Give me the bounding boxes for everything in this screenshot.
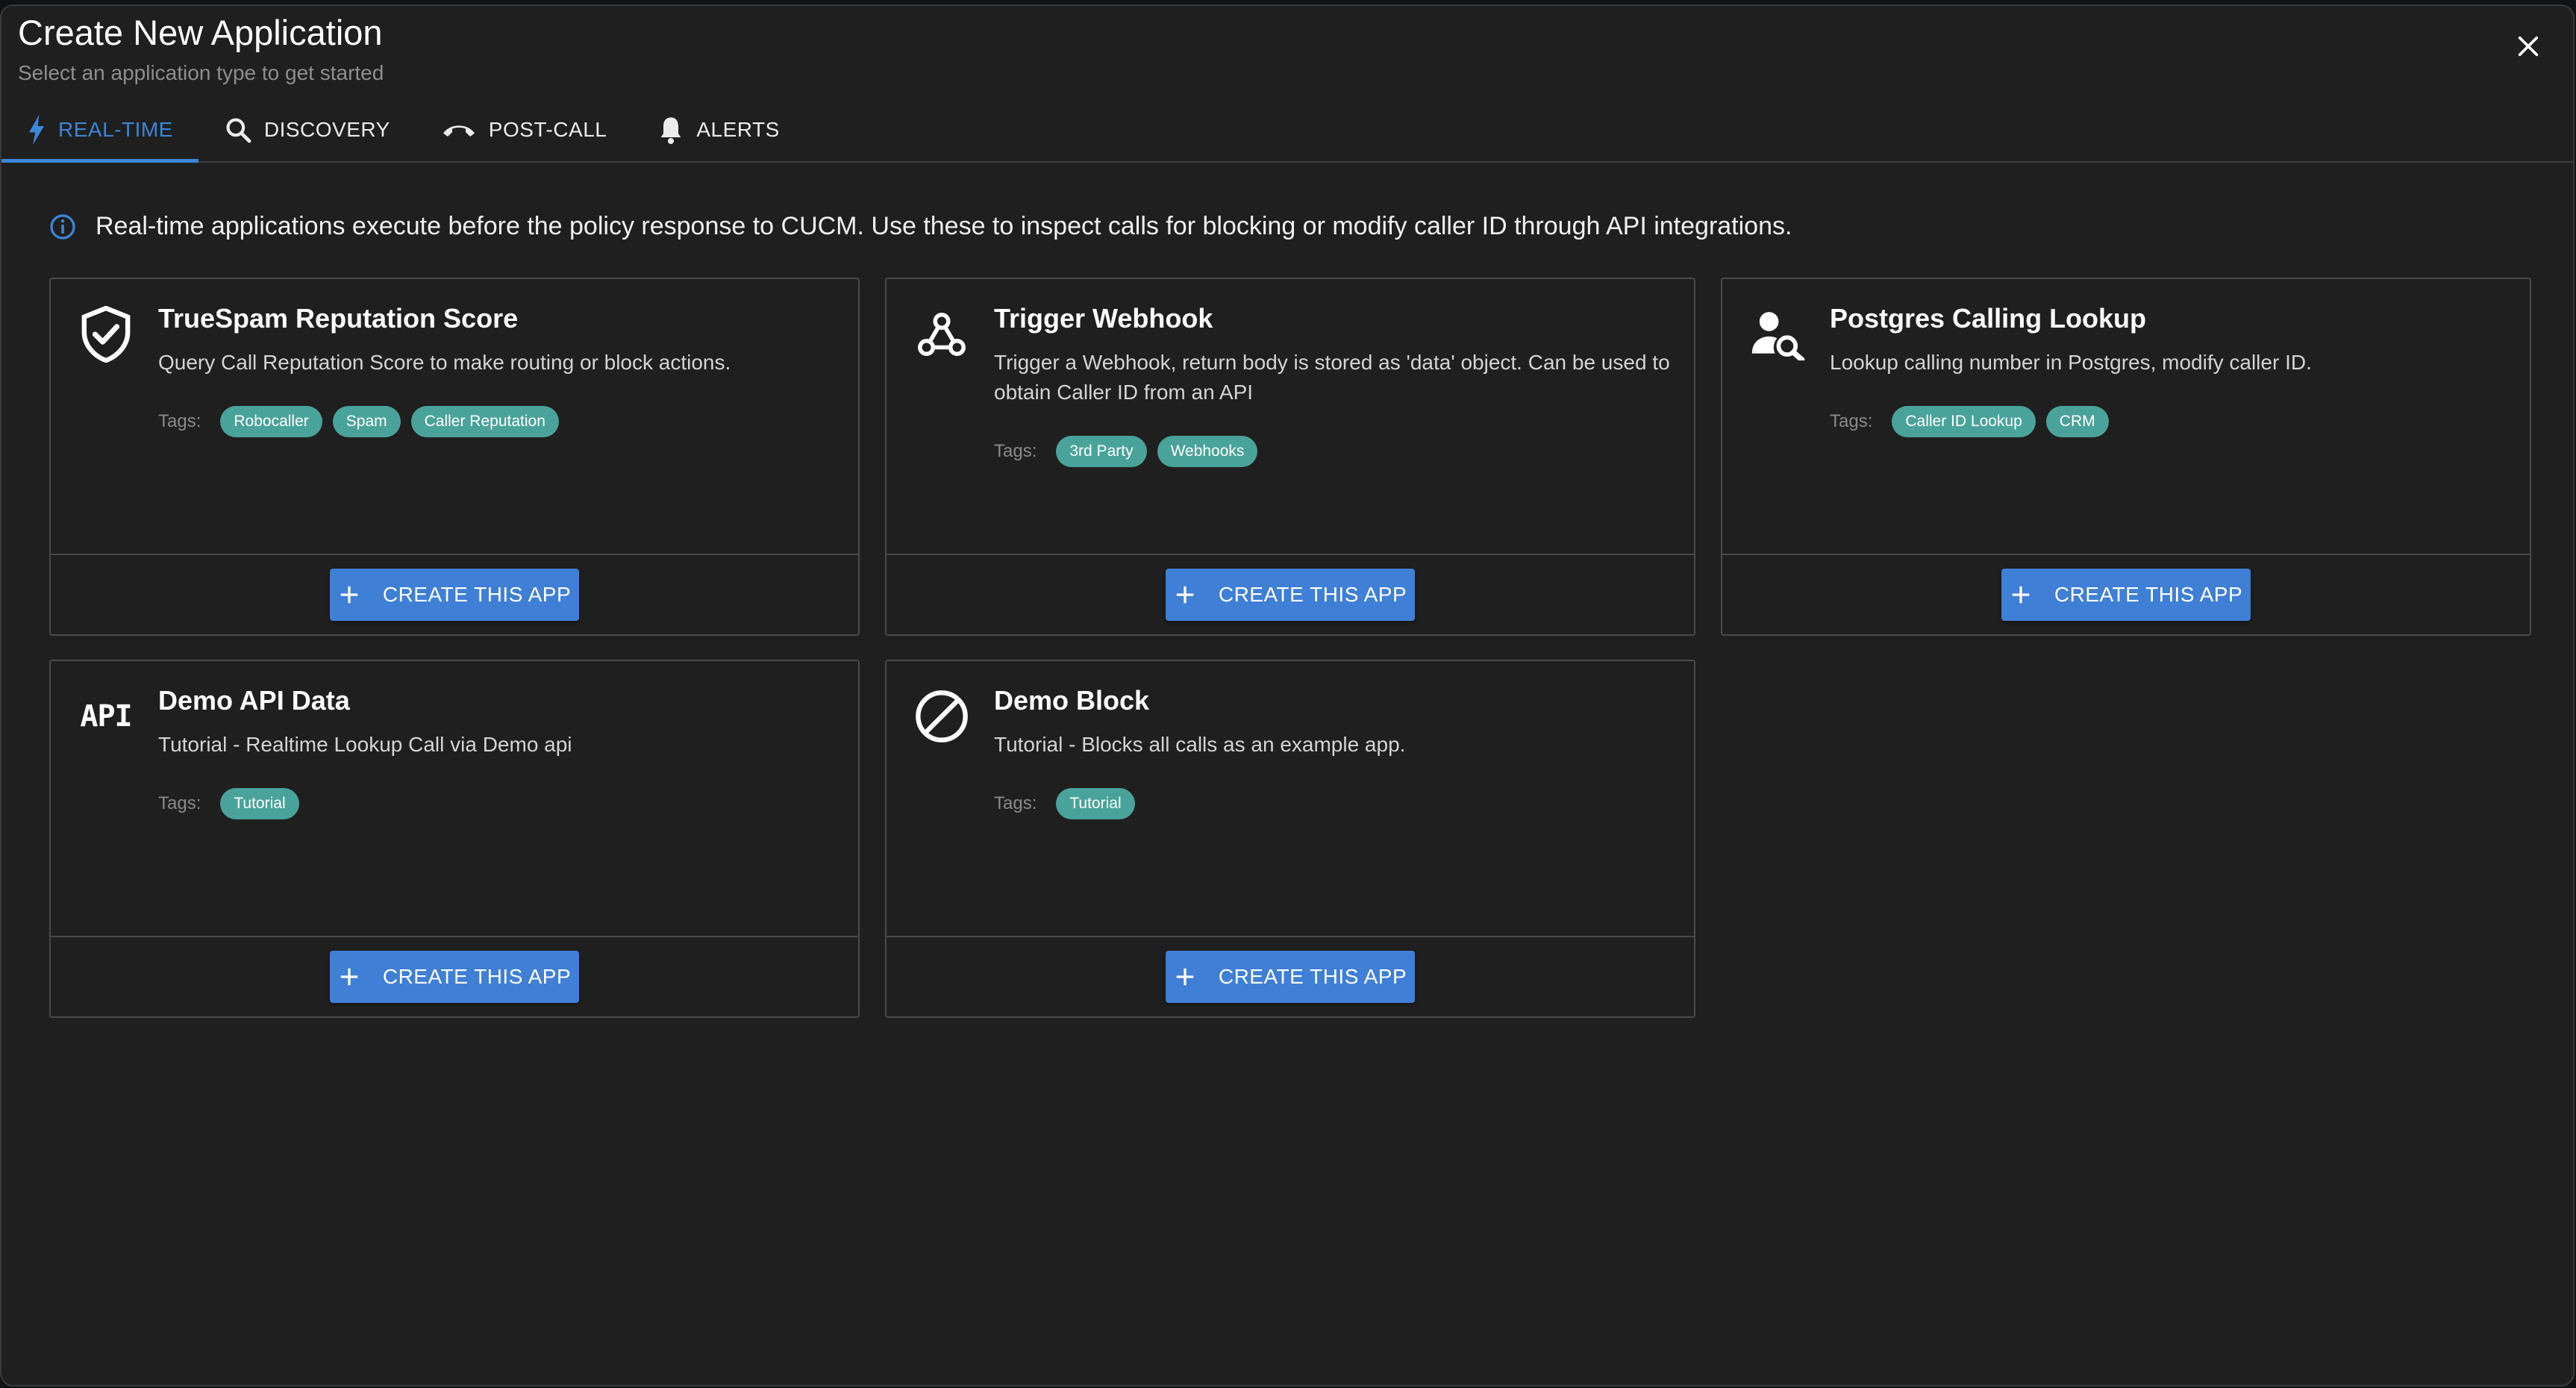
- tab-alerts[interactable]: ALERTS: [632, 99, 804, 161]
- tags-label: Tags:: [158, 411, 201, 431]
- tag-chip: 3rd Party: [1056, 436, 1147, 467]
- tab-post-call[interactable]: POST-CALL: [416, 99, 633, 161]
- info-banner: Real-time applications execute before th…: [49, 212, 1792, 241]
- shield-check-icon: [78, 306, 134, 363]
- card-title: Demo API Data: [158, 685, 350, 716]
- card-tags: Tags: Caller ID Lookup CRM: [1830, 406, 2119, 437]
- tab-label: POST-CALL: [488, 118, 607, 141]
- dialog-header: Create New Application Select an applica…: [18, 10, 384, 87]
- webhook-icon: [913, 306, 970, 363]
- tab-real-time[interactable]: REAL-TIME: [1, 99, 198, 163]
- card-tags: Tags: Tutorial: [994, 788, 1145, 819]
- card-description: Trigger a Webhook, return body is stored…: [994, 351, 1670, 404]
- tab-label: DISCOVERY: [263, 118, 390, 141]
- create-app-button[interactable]: CREATE THIS APP: [330, 951, 579, 1003]
- card-footer: CREATE THIS APP: [1722, 554, 2530, 634]
- plus-icon: [1174, 966, 1196, 988]
- card-footer: CREATE THIS APP: [887, 936, 1694, 1016]
- plus-icon: [338, 584, 360, 606]
- tag-chip: CRM: [2045, 406, 2109, 437]
- card-footer: CREATE THIS APP: [51, 936, 858, 1016]
- create-app-button[interactable]: CREATE THIS APP: [2001, 569, 2251, 621]
- tag-chip: Caller Reputation: [410, 406, 559, 437]
- create-application-dialog: Create New Application Select an applica…: [0, 4, 2575, 1387]
- plus-icon: [2010, 584, 2032, 606]
- block-icon: [913, 688, 970, 745]
- dialog-subtitle: Select an application type to get starte…: [18, 61, 384, 84]
- card-footer: CREATE THIS APP: [887, 554, 1694, 634]
- card-description: Query Call Reputation Score to make rout…: [158, 351, 731, 374]
- create-app-label: CREATE THIS APP: [382, 965, 572, 988]
- info-icon: [49, 213, 76, 240]
- create-app-button[interactable]: CREATE THIS APP: [1166, 951, 1415, 1003]
- bell-icon: [657, 115, 684, 145]
- tag-chip: Webhooks: [1157, 436, 1258, 467]
- card-title: Trigger Webhook: [994, 303, 1213, 334]
- create-app-label: CREATE THIS APP: [1218, 965, 1407, 988]
- search-icon: [224, 116, 252, 144]
- tag-chip: Tutorial: [220, 788, 299, 819]
- dialog-title: Create New Application: [18, 13, 383, 52]
- app-type-tabs: REAL-TIME DISCOVERY POST-CALL ALERTS: [1, 97, 2573, 163]
- call-end-icon: [441, 119, 477, 141]
- bolt-icon: [27, 115, 46, 145]
- create-app-button[interactable]: CREATE THIS APP: [330, 569, 579, 621]
- card-footer: CREATE THIS APP: [51, 554, 858, 634]
- create-app-label: CREATE THIS APP: [1218, 583, 1407, 606]
- app-card-webhook: Trigger Webhook Trigger a Webhook, retur…: [885, 278, 1695, 636]
- tag-chip: Tutorial: [1056, 788, 1135, 819]
- api-icon: API: [80, 699, 132, 734]
- info-text: Real-time applications execute before th…: [96, 212, 1792, 240]
- tags-label: Tags:: [994, 441, 1037, 461]
- card-title: Postgres Calling Lookup: [1830, 303, 2147, 334]
- tag-chip: Caller ID Lookup: [1892, 406, 2036, 437]
- close-button[interactable]: [2510, 28, 2546, 64]
- tab-label: ALERTS: [696, 118, 780, 141]
- tab-label: REAL-TIME: [58, 118, 173, 141]
- card-description: Tutorial - Blocks all calls as an exampl…: [994, 733, 1406, 756]
- close-icon: [2518, 36, 2539, 57]
- card-tags: Tags: Tutorial: [158, 788, 310, 819]
- create-app-label: CREATE THIS APP: [382, 583, 572, 606]
- plus-icon: [1174, 584, 1196, 606]
- app-card-truespam: TrueSpam Reputation Score Query Call Rep…: [49, 278, 860, 636]
- card-tags: Tags: Robocaller Spam Caller Reputation: [158, 406, 569, 437]
- tag-chip: Spam: [332, 406, 401, 437]
- tag-chip: Robocaller: [220, 406, 322, 437]
- app-card-demo-api: API Demo API Data Tutorial - Realtime Lo…: [49, 660, 860, 1018]
- person-search-icon: [1749, 306, 1806, 363]
- create-app-button[interactable]: CREATE THIS APP: [1166, 569, 1415, 621]
- tags-label: Tags:: [994, 793, 1037, 813]
- card-tags: Tags: 3rd Party Webhooks: [994, 436, 1268, 467]
- create-app-label: CREATE THIS APP: [2054, 583, 2243, 606]
- tags-label: Tags:: [1830, 411, 1873, 431]
- app-card-postgres: Postgres Calling Lookup Lookup calling n…: [1721, 278, 2531, 636]
- plus-icon: [338, 966, 360, 988]
- tags-label: Tags:: [158, 793, 201, 813]
- card-description: Tutorial - Realtime Lookup Call via Demo…: [158, 733, 572, 756]
- card-description: Lookup calling number in Postgres, modif…: [1830, 351, 2312, 374]
- card-title: TrueSpam Reputation Score: [158, 303, 519, 334]
- app-card-demo-block: Demo Block Tutorial - Blocks all calls a…: [885, 660, 1695, 1018]
- card-title: Demo Block: [994, 685, 1150, 716]
- tab-discovery[interactable]: DISCOVERY: [198, 99, 416, 161]
